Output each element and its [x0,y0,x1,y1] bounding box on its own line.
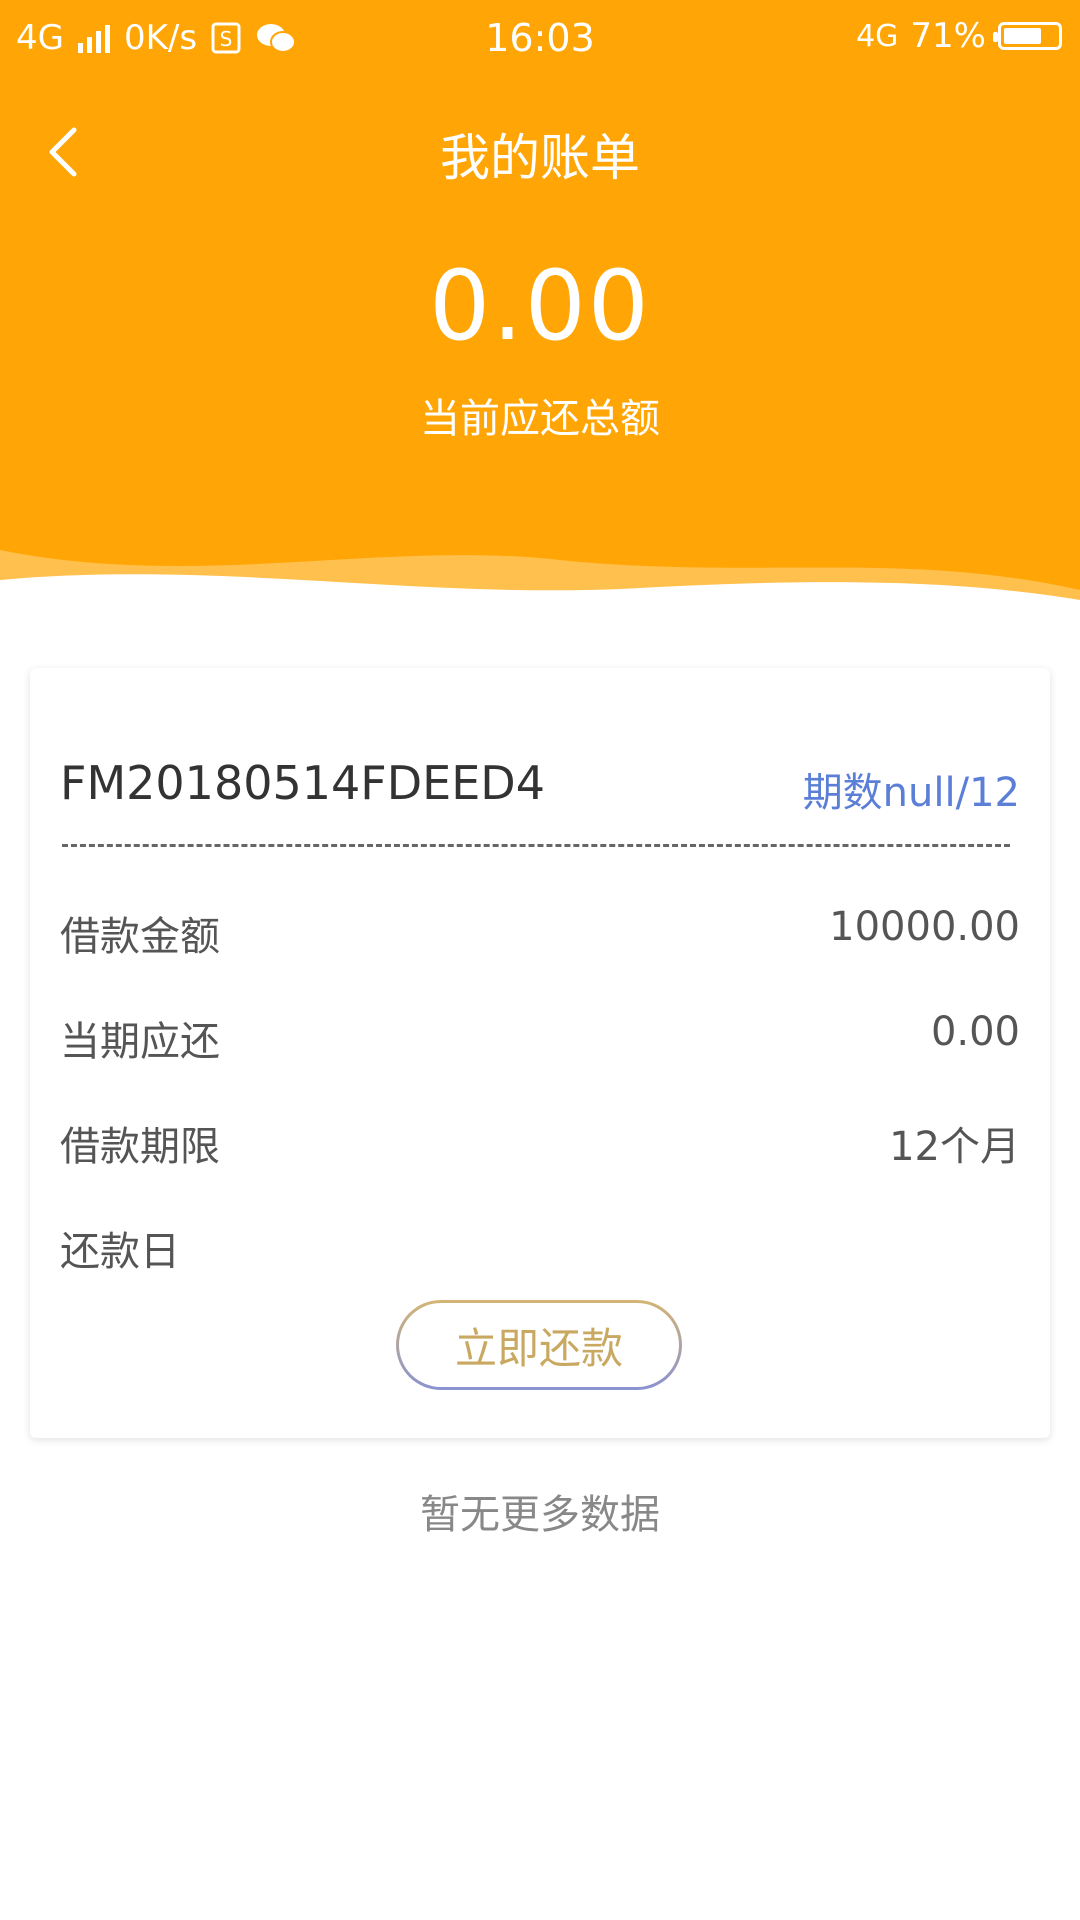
row-label: 当期应还 [60,1019,220,1065]
row-label: 还款日 [60,1229,180,1275]
order-number: FM20180514FDEED4 [60,756,545,810]
no-more-data: 暂无更多数据 [420,1492,660,1538]
battery-fill [1004,28,1041,44]
row-value: 12个月 [889,1124,1020,1170]
bill-card: FM20180514FDEED4 期数null/12 借款金额 10000.00… [30,668,1050,1438]
row-label: 借款金额 [60,914,220,960]
period-count: 期数null/12 [802,770,1020,816]
row-label: 借款期限 [60,1124,220,1170]
header-wave [0,550,1080,640]
row-value: 10000.00 [829,904,1020,950]
page: 4G 0K/s S 16:03 4G 71% 我的账单 0.00 当前应还总额 … [0,0,1080,1920]
network-right-label: 4G [856,18,899,54]
row-loan-amount: 借款金额 10000.00 [60,904,1020,964]
battery-icon [993,22,1062,50]
status-right: 4G 71% [856,16,1062,56]
row-repay-day: 还款日 [60,1219,1020,1279]
status-bar: 4G 0K/s S 16:03 4G 71% [0,0,1080,75]
pay-now-button[interactable]: 立即还款 [396,1300,682,1390]
page-title: 我的账单 [440,129,640,187]
total-amount-label: 当前应还总额 [420,396,660,442]
row-loan-term: 借款期限 12个月 [60,1114,1020,1174]
row-value: 0.00 [930,1009,1020,1055]
battery-percent: 71% [910,16,986,56]
total-amount: 0.00 [429,250,651,362]
row-current-due: 当期应还 0.00 [60,1009,1020,1069]
divider [62,844,1010,847]
